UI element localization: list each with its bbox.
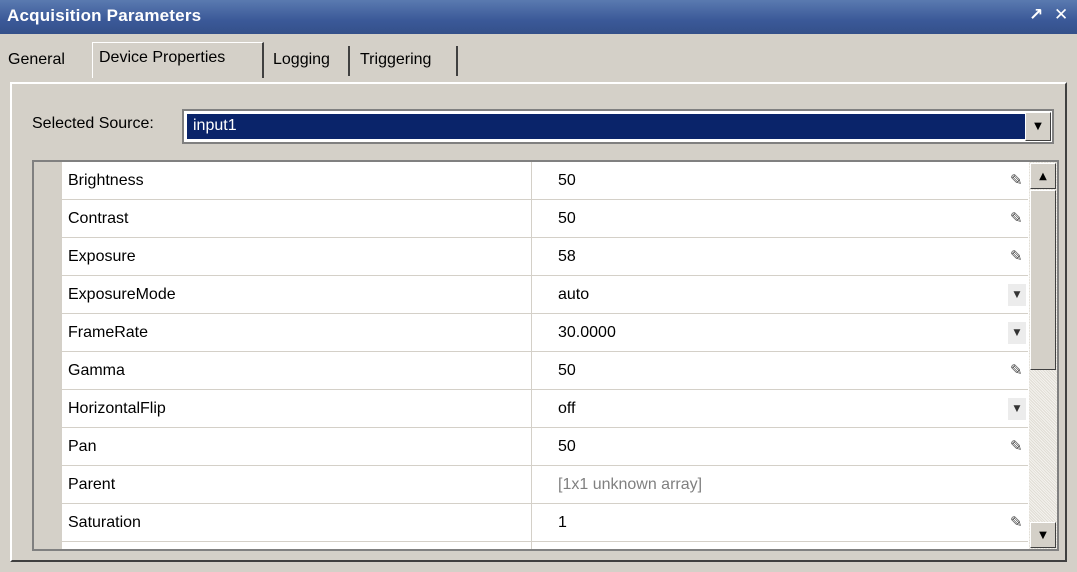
property-name: Exposure: [68, 248, 136, 265]
pencil-icon[interactable]: ✎: [1010, 437, 1023, 455]
pencil-icon[interactable]: ✎: [1010, 361, 1023, 379]
tab-logging[interactable]: Logging: [267, 46, 350, 76]
property-name: Brightness: [68, 172, 144, 189]
tab-device-properties[interactable]: Device Properties: [92, 42, 264, 78]
column-divider[interactable]: [531, 466, 532, 504]
property-value[interactable]: auto: [558, 286, 589, 304]
property-value[interactable]: 50: [558, 172, 576, 190]
column-divider[interactable]: [531, 352, 532, 390]
column-divider[interactable]: [531, 200, 532, 238]
chevron-down-icon[interactable]: ▼: [1025, 112, 1051, 141]
property-row[interactable]: Gamma 50 ✎: [62, 352, 1028, 390]
column-divider[interactable]: [531, 314, 532, 352]
selected-source-value[interactable]: input1: [187, 114, 1025, 139]
property-value[interactable]: 1: [558, 514, 567, 532]
property-value: [1x1 unknown array]: [558, 476, 703, 493]
pencil-icon[interactable]: ✎: [1010, 513, 1023, 531]
property-name: ExposureMode: [68, 286, 176, 303]
selected-source-label: Selected Source:: [32, 115, 154, 132]
pencil-icon[interactable]: ✎: [1010, 171, 1023, 189]
selected-source-dropdown[interactable]: input1 ▼: [182, 109, 1054, 144]
property-row[interactable]: Parent [1x1 unknown array]: [62, 466, 1028, 504]
property-value[interactable]: 50: [558, 210, 576, 228]
column-divider[interactable]: [531, 238, 532, 276]
chevron-down-icon[interactable]: ▼: [1008, 398, 1026, 420]
column-divider[interactable]: [531, 276, 532, 314]
property-value[interactable]: 30.0000: [558, 324, 616, 342]
column-divider[interactable]: [531, 390, 532, 428]
property-name: Pan: [68, 438, 97, 455]
property-name: HorizontalFlip: [68, 400, 166, 417]
property-value[interactable]: 50: [558, 438, 576, 456]
chevron-down-icon[interactable]: ▼: [1008, 284, 1026, 306]
window-title: Acquisition Parameters: [7, 6, 202, 25]
tab-general[interactable]: General: [2, 46, 92, 76]
property-name: Saturation: [68, 514, 141, 531]
undock-icon[interactable]: ↗: [1029, 5, 1043, 25]
column-divider[interactable]: [531, 542, 532, 549]
column-divider[interactable]: [531, 504, 532, 542]
property-row[interactable]: Saturation 1 ✎: [62, 504, 1028, 542]
scroll-down-icon[interactable]: ▼: [1030, 522, 1056, 548]
property-row[interactable]: Selected: [62, 542, 1028, 549]
pencil-icon[interactable]: ✎: [1010, 209, 1023, 227]
property-value[interactable]: off: [558, 400, 576, 418]
property-value[interactable]: 58: [558, 248, 576, 266]
tab-strip: General Device Properties Logging Trigge…: [0, 34, 1077, 79]
property-grid: Brightness 50 ✎ Contrast 50 ✎ Exposure 58 ✎ Expos…: [32, 160, 1059, 551]
property-name: Gamma: [68, 362, 125, 379]
column-divider[interactable]: [531, 428, 532, 466]
title-bar: Acquisition Parameters ↗ ✕: [0, 0, 1077, 34]
vertical-scrollbar[interactable]: ▲ ▼: [1029, 162, 1057, 549]
scrollbar-thumb[interactable]: [1030, 190, 1056, 370]
close-icon[interactable]: ✕: [1054, 5, 1068, 25]
pencil-icon[interactable]: ✎: [1010, 247, 1023, 265]
property-row[interactable]: HorizontalFlip off ▼: [62, 390, 1028, 428]
property-row[interactable]: Exposure 58 ✎: [62, 238, 1028, 276]
scroll-up-icon[interactable]: ▲: [1030, 163, 1056, 189]
property-row[interactable]: Brightness 50 ✎: [62, 162, 1028, 200]
property-row[interactable]: FrameRate 30.0000 ▼: [62, 314, 1028, 352]
property-value[interactable]: 50: [558, 362, 576, 380]
property-name: Contrast: [68, 210, 129, 227]
chevron-down-icon[interactable]: ▼: [1008, 322, 1026, 344]
grid-row-gutter: [34, 162, 62, 549]
column-divider[interactable]: [531, 162, 532, 200]
tab-triggering[interactable]: Triggering: [354, 46, 458, 76]
property-row[interactable]: Contrast 50 ✎: [62, 200, 1028, 238]
property-name: Parent: [68, 476, 116, 493]
property-row[interactable]: ExposureMode auto ▼: [62, 276, 1028, 314]
property-name: FrameRate: [68, 324, 149, 341]
property-row[interactable]: Pan 50 ✎: [62, 428, 1028, 466]
